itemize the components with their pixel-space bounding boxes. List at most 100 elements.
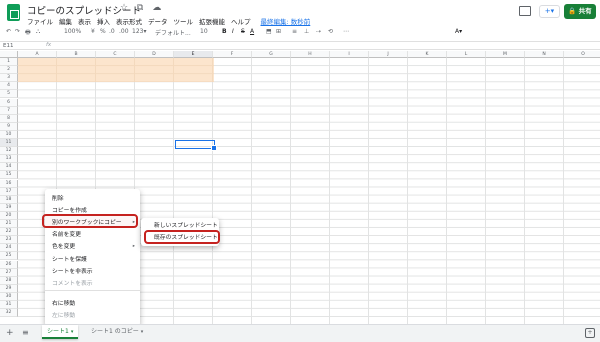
menu-format[interactable]: 表示形式 — [116, 16, 142, 26]
more-icon[interactable]: ⋯ — [343, 28, 349, 35]
row-header-25[interactable]: 25 — [0, 252, 18, 261]
name-box[interactable]: E11 — [3, 43, 13, 49]
row-header-1[interactable]: 1 — [0, 58, 18, 67]
bold-button[interactable]: B — [222, 28, 227, 35]
horizontal-align-icon[interactable]: ≡ — [292, 28, 297, 35]
star-move-cloud-icons[interactable]: ☆ ⧉ ☁ — [120, 3, 164, 13]
column-header-L[interactable]: L — [447, 51, 486, 58]
row-header-20[interactable]: 20 — [0, 211, 18, 220]
column-header-N[interactable]: N — [525, 51, 564, 58]
active-cell-E11[interactable] — [175, 140, 217, 151]
row-header-24[interactable]: 24 — [0, 244, 18, 253]
row-header-13[interactable]: 13 — [0, 155, 18, 164]
menu-tools[interactable]: ツール — [174, 16, 194, 26]
row-header-31[interactable]: 31 — [0, 301, 18, 310]
currency-format-button[interactable]: ¥ — [91, 28, 95, 35]
sheets-logo[interactable] — [7, 4, 20, 21]
column-header-K[interactable]: K — [408, 51, 447, 58]
text-wrap-icon[interactable]: ⇢ — [316, 28, 321, 35]
print-icon[interactable]: 🖶 — [25, 28, 31, 38]
chevron-down-icon[interactable]: ▾ — [71, 329, 74, 335]
context-menu-item-3[interactable]: 名前を変更 — [45, 230, 140, 240]
share-button[interactable]: 🔒 共有 — [564, 4, 596, 19]
row-header-22[interactable]: 22 — [0, 228, 18, 237]
column-header-E[interactable]: E — [174, 51, 213, 58]
context-menu-item-5[interactable]: シートを保護 — [45, 255, 140, 265]
column-header-F[interactable]: F — [213, 51, 252, 58]
column-header-J[interactable]: J — [369, 51, 408, 58]
vertical-align-icon[interactable]: ⊥ — [304, 28, 309, 35]
italic-button[interactable]: I — [232, 28, 234, 35]
column-header-D[interactable]: D — [135, 51, 174, 58]
column-header-G[interactable]: G — [252, 51, 291, 58]
row-header-26[interactable]: 26 — [0, 260, 18, 269]
font-select[interactable]: デフォルト... — [155, 28, 191, 37]
row-header-32[interactable]: 32 — [0, 309, 18, 318]
text-rotation-icon[interactable]: ⟲ — [328, 28, 333, 35]
menu-edit[interactable]: 編集 — [59, 16, 72, 26]
comment-history-icon[interactable] — [519, 6, 531, 16]
select-all-corner[interactable] — [0, 51, 18, 58]
borders-icon[interactable]: ⊞ — [276, 28, 281, 35]
row-header-2[interactable]: 2 — [0, 66, 18, 75]
row-header-7[interactable]: 7 — [0, 106, 18, 115]
increase-decimal-button[interactable]: .00 — [119, 28, 129, 35]
row-header-9[interactable]: 9 — [0, 122, 18, 131]
zoom-select[interactable]: 100% — [64, 28, 81, 35]
row-header-23[interactable]: 23 — [0, 236, 18, 245]
context-menu-item-6[interactable]: シートを非表示 — [45, 267, 140, 277]
menu-help[interactable]: ヘルプ — [231, 16, 251, 26]
explore-icon[interactable]: + — [585, 328, 595, 338]
row-header-19[interactable]: 19 — [0, 203, 18, 212]
row-header-29[interactable]: 29 — [0, 284, 18, 293]
row-header-10[interactable]: 10 — [0, 130, 18, 139]
sheet-tab-active[interactable]: シート1 ▾ — [42, 325, 79, 339]
strikethrough-button[interactable]: S — [241, 28, 245, 35]
row-header-8[interactable]: 8 — [0, 114, 18, 123]
column-header-M[interactable]: M — [486, 51, 525, 58]
all-sheets-button[interactable]: ≡ — [22, 328, 29, 337]
row-header-16[interactable]: 16 — [0, 179, 18, 188]
column-header-O[interactable]: O — [564, 51, 600, 58]
last-edit-link[interactable]: 最終編集: 数秒前 — [261, 16, 311, 26]
row-header-21[interactable]: 21 — [0, 220, 18, 229]
sheet-tab-copy[interactable]: シート1 のコピー ▾ — [86, 325, 148, 339]
text-color-button[interactable]: A — [250, 28, 254, 35]
row-header-5[interactable]: 5 — [0, 90, 18, 99]
add-sheet-button[interactable]: + — [6, 328, 14, 338]
row-header-28[interactable]: 28 — [0, 276, 18, 285]
chevron-down-icon[interactable]: ▾ — [141, 329, 144, 335]
menu-extensions[interactable]: 拡張機能 — [199, 16, 225, 26]
menu-insert[interactable]: 挿入 — [97, 16, 110, 26]
more-formats-button[interactable]: 123▾ — [132, 28, 146, 35]
undo-icon[interactable]: ↶ — [6, 28, 11, 35]
row-header-27[interactable]: 27 — [0, 268, 18, 277]
row-header-17[interactable]: 17 — [0, 187, 18, 196]
row-header-11[interactable]: 11 — [0, 139, 18, 148]
row-header-18[interactable]: 18 — [0, 195, 18, 204]
row-header-15[interactable]: 15 — [0, 171, 18, 180]
menu-file[interactable]: ファイル — [27, 16, 53, 26]
highlighted-range-A1-E3[interactable] — [18, 58, 214, 82]
context-menu-item-8[interactable]: 右に移動 — [45, 299, 140, 309]
row-header-4[interactable]: 4 — [0, 82, 18, 91]
column-header-A[interactable]: A — [18, 51, 57, 58]
column-header-B[interactable]: B — [57, 51, 96, 58]
input-tools-button[interactable]: A▾ — [455, 28, 462, 35]
fill-color-icon[interactable]: ⬒ — [266, 28, 272, 35]
row-header-12[interactable]: 12 — [0, 147, 18, 156]
redo-icon[interactable]: ↷ — [15, 28, 20, 35]
meet-present-button[interactable]: +▾ — [539, 5, 560, 18]
row-header-3[interactable]: 3 — [0, 74, 18, 83]
percent-format-button[interactable]: % — [100, 28, 106, 35]
column-header-I[interactable]: I — [330, 51, 369, 58]
paint-format-icon[interactable]: ⛬ — [36, 28, 40, 36]
column-header-H[interactable]: H — [291, 51, 330, 58]
decrease-decimal-button[interactable]: .0 — [109, 28, 115, 35]
row-header-30[interactable]: 30 — [0, 292, 18, 301]
row-header-6[interactable]: 6 — [0, 98, 18, 107]
font-size-select[interactable]: 10 — [200, 28, 208, 35]
menu-data[interactable]: データ — [148, 16, 168, 26]
context-menu-item-0[interactable]: 削除 — [45, 194, 140, 204]
column-header-C[interactable]: C — [96, 51, 135, 58]
